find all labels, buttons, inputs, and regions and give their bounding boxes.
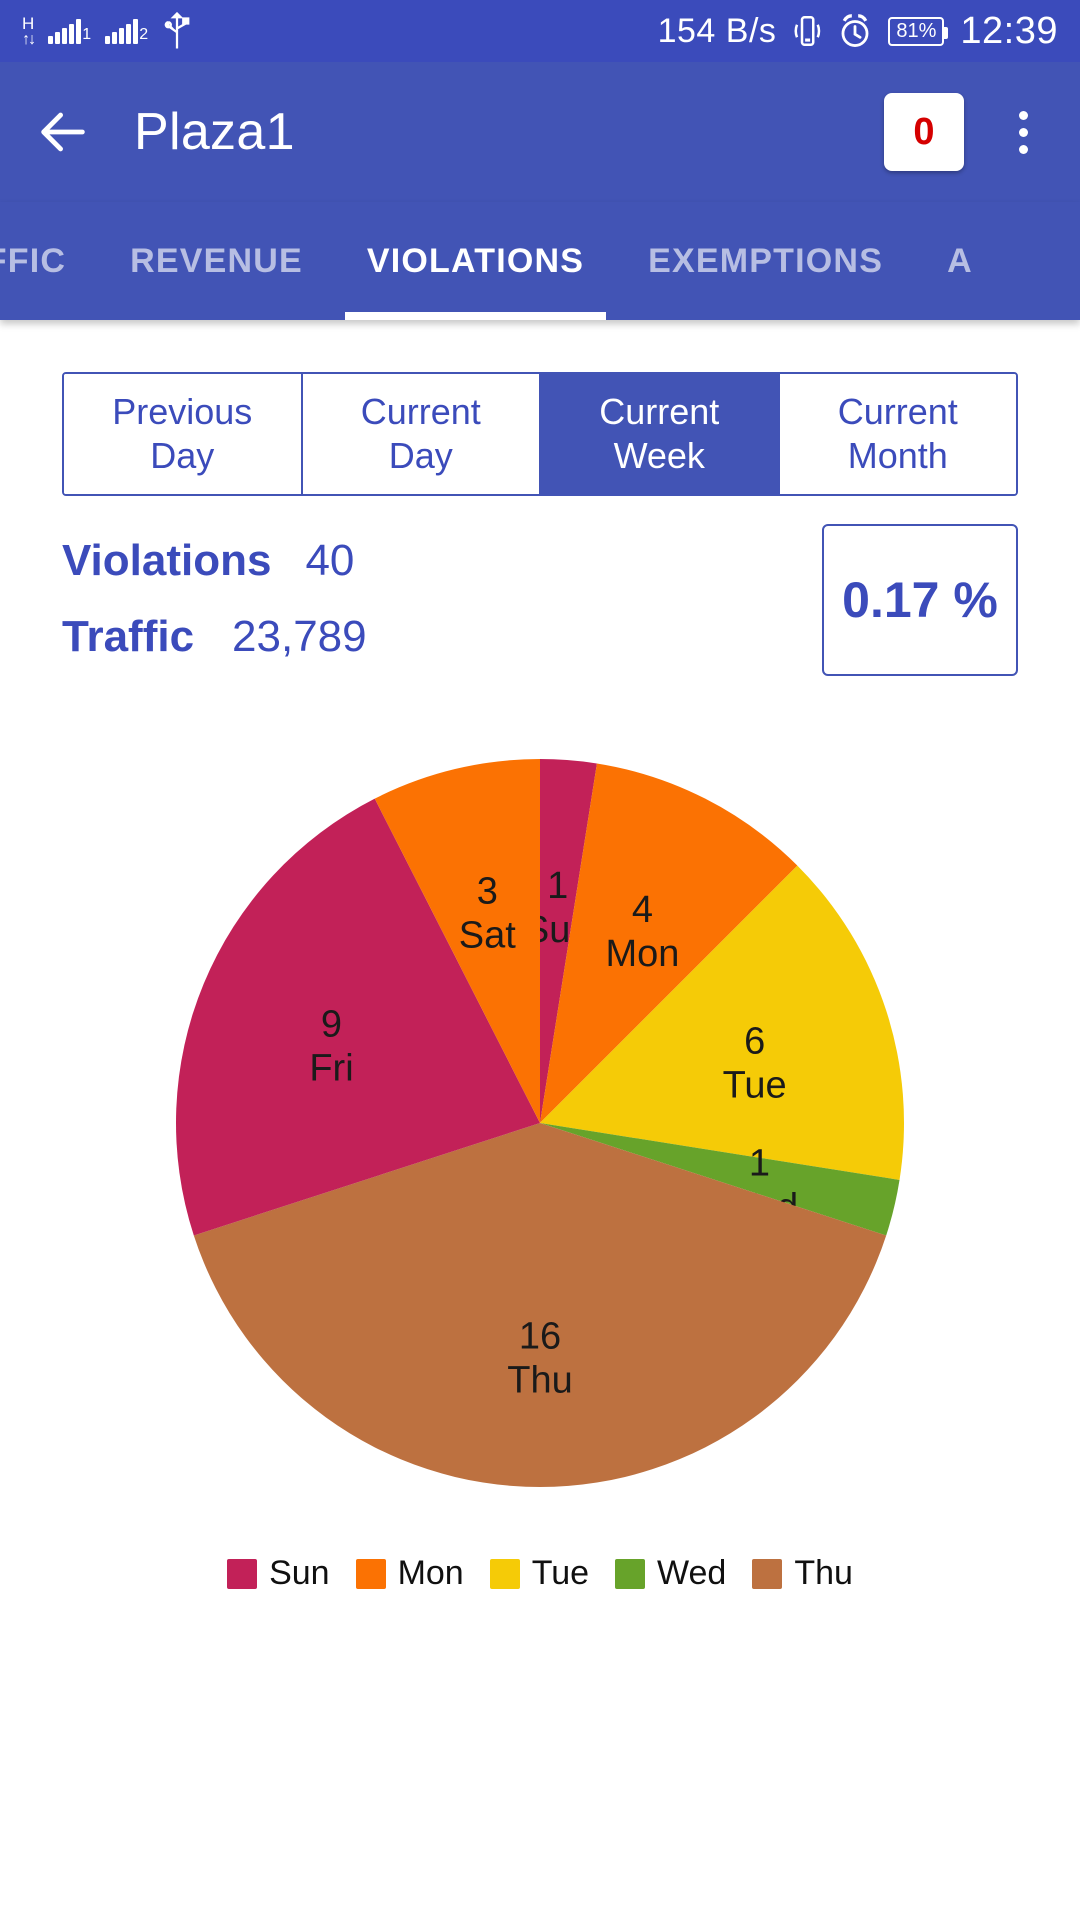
- pie-label-value-mon: 4: [632, 889, 653, 931]
- legend-swatch-tue-icon: [489, 1558, 520, 1589]
- tab-traffic[interactable]: AFFIC: [0, 202, 98, 320]
- pie-label-value-wed: 1: [749, 1143, 770, 1185]
- violation-percentage-value: 0.17 %: [842, 572, 998, 628]
- pie-label-value-sat: 3: [477, 871, 498, 913]
- tab-revenue-label: REVENUE: [130, 241, 303, 280]
- usb-icon: [164, 12, 190, 49]
- vibrate-icon: [794, 16, 821, 46]
- app-bar: Plaza1 0: [0, 62, 1080, 202]
- legend-swatch-wed-icon: [615, 1558, 646, 1589]
- legend-label-sun: Sun: [269, 1554, 330, 1592]
- period-current-day[interactable]: Current Day: [302, 374, 541, 494]
- traffic-label: Traffic: [62, 612, 195, 661]
- tab-revenue[interactable]: REVENUE: [98, 202, 335, 320]
- pie-label-day-mon: Mon: [605, 933, 679, 975]
- pie-label-value-thu: 16: [519, 1316, 561, 1358]
- tab-violations-label: VIOLATIONS: [366, 241, 585, 280]
- period-previous-day-line1: Previous: [112, 391, 253, 433]
- violation-percentage-box: 0.17 %: [822, 524, 1018, 676]
- pie-label-value-fri: 9: [321, 1004, 342, 1046]
- pie-svg: 1Sun4Mon6Tue1Wed16Thu9Fri3Sat: [175, 759, 905, 1487]
- traffic-value: 23,789: [232, 612, 367, 661]
- pie-label-value-tue: 6: [744, 1020, 765, 1062]
- signal-bars-2-icon: 2: [105, 18, 148, 44]
- period-current-week-line2: Week: [613, 435, 705, 476]
- status-bar-right: 154 B/s 81% 12:39: [658, 10, 1058, 53]
- page-title: Plaza1: [134, 103, 295, 161]
- data-rate-text: 154 B/s: [657, 11, 777, 50]
- legend-item-sun[interactable]: Sun: [227, 1554, 330, 1593]
- legend-swatch-mon-icon: [355, 1558, 386, 1589]
- violations-pie-chart: 1Sun4Mon6Tue1Wed16Thu9Fri3Sat: [0, 748, 1080, 1548]
- sim1-index: 1: [82, 26, 92, 43]
- period-previous-day[interactable]: Previous Day: [64, 374, 303, 494]
- summary-stats: Violations 40 Traffic 23,789 0.17 %: [62, 524, 1018, 726]
- app-root: H ↑↓ 1 2 154 B/s 81% 12:39 Plaza1 0 FIC …: [0, 0, 1080, 1920]
- status-bar: H ↑↓ 1 2 154 B/s 81% 12:39: [0, 0, 1080, 62]
- legend-label-mon: Mon: [397, 1554, 464, 1592]
- pie-label-day-tue: Tue: [723, 1064, 787, 1106]
- battery-icon: 81%: [888, 16, 949, 46]
- period-current-day-line2: Day: [388, 435, 453, 476]
- signal-bars-1-icon: 1: [48, 18, 91, 44]
- clock-text: 12:39: [960, 9, 1058, 52]
- tab-next[interactable]: A: [915, 202, 1005, 320]
- period-current-month-line2: Month: [847, 435, 948, 476]
- pie-label-day-fri: Fri: [309, 1048, 353, 1090]
- period-current-month-line1: Current: [837, 391, 958, 433]
- period-previous-day-line2: Day: [150, 435, 215, 476]
- status-bar-left: H ↑↓ 1 2: [22, 12, 192, 50]
- content-area: Previous Day Current Day Current Week Cu…: [0, 372, 1080, 1623]
- tab-exemptions-label: EXEMPTIONS: [648, 241, 884, 280]
- hspa-letter: H: [22, 13, 35, 33]
- chart-legend: Sun Mon Tue Wed Thu: [0, 1554, 1080, 1623]
- pie-label-day-sat: Sat: [459, 915, 516, 957]
- tab-exemptions[interactable]: EXEMPTIONS: [616, 202, 915, 320]
- legend-item-thu[interactable]: Thu: [752, 1554, 853, 1593]
- period-current-day-line1: Current: [360, 391, 481, 433]
- violations-value: 40: [305, 536, 355, 585]
- period-selector: Previous Day Current Day Current Week Cu…: [62, 372, 1018, 496]
- alarm-icon: [841, 14, 869, 47]
- sim2-index: 2: [139, 26, 149, 43]
- legend-item-tue[interactable]: Tue: [489, 1554, 590, 1593]
- pie-label-value-sun: 1: [547, 865, 568, 907]
- hspa-arrows: ↑↓: [22, 30, 36, 48]
- tab-violations[interactable]: VIOLATIONS: [335, 202, 616, 320]
- hspa-icon: H ↑↓: [22, 13, 36, 48]
- legend-label-wed: Wed: [657, 1554, 727, 1592]
- pie-label-day-thu: Thu: [507, 1360, 572, 1402]
- notification-count-value: 0: [913, 110, 935, 153]
- notification-count-badge[interactable]: 0: [884, 93, 964, 171]
- period-current-month[interactable]: Current Month: [779, 374, 1016, 494]
- legend-item-wed[interactable]: Wed: [615, 1554, 726, 1593]
- period-current-week[interactable]: Current Week: [541, 374, 780, 494]
- legend-swatch-thu-icon: [752, 1558, 783, 1589]
- back-arrow-icon[interactable]: [34, 103, 92, 161]
- tab-traffic-label: AFFIC: [0, 241, 67, 280]
- legend-label-thu: Thu: [794, 1554, 853, 1592]
- violations-label: Violations: [62, 536, 272, 585]
- legend-swatch-sun-icon: [227, 1558, 258, 1589]
- tab-next-label: A: [947, 241, 973, 280]
- legend-item-mon[interactable]: Mon: [355, 1554, 464, 1593]
- more-vertical-icon[interactable]: [1000, 110, 1046, 154]
- period-current-week-line1: Current: [599, 391, 720, 433]
- legend-label-tue: Tue: [531, 1554, 590, 1592]
- tab-bar: AFFIC REVENUE VIOLATIONS EXEMPTIONS A: [0, 202, 1080, 320]
